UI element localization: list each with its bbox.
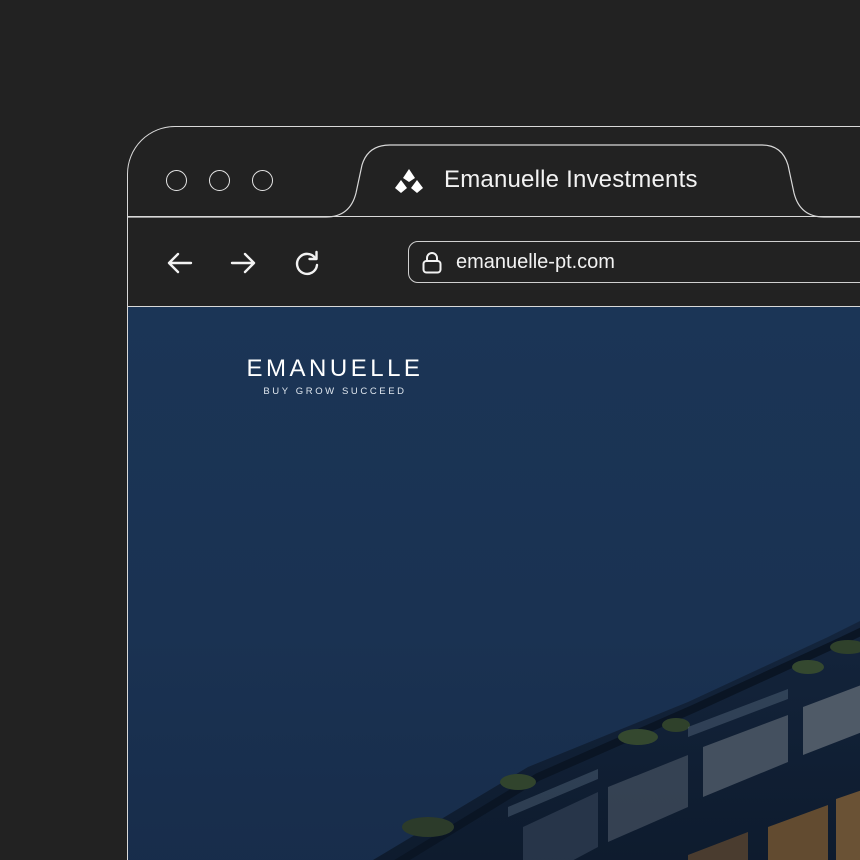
brand-diamond-icon	[395, 169, 423, 193]
arrow-left-icon[interactable]	[164, 247, 196, 279]
url-text: emanuelle-pt.com	[456, 251, 615, 273]
title-bar: Emanuelle Investments	[128, 127, 860, 218]
brand-name: EMANUELLE	[246, 355, 424, 382]
lock-icon	[422, 252, 442, 274]
browser-window: Emanuelle Investments emanuelle-pt.com E…	[127, 126, 860, 860]
brand-logo[interactable]: EMANUELLE BUY GROW SUCCEED	[229, 355, 441, 397]
arrow-right-icon[interactable]	[228, 247, 260, 279]
brand-tagline: BUY GROW SUCCEED	[263, 386, 407, 397]
tab-title: Emanuelle Investments	[444, 166, 698, 193]
navigation-bar: emanuelle-pt.com	[128, 217, 860, 307]
reload-icon[interactable]	[291, 247, 323, 279]
page-viewport: EMANUELLE BUY GROW SUCCEED	[128, 307, 860, 860]
stage: Emanuelle Investments emanuelle-pt.com E…	[0, 0, 860, 860]
address-bar[interactable]: emanuelle-pt.com	[408, 241, 860, 283]
